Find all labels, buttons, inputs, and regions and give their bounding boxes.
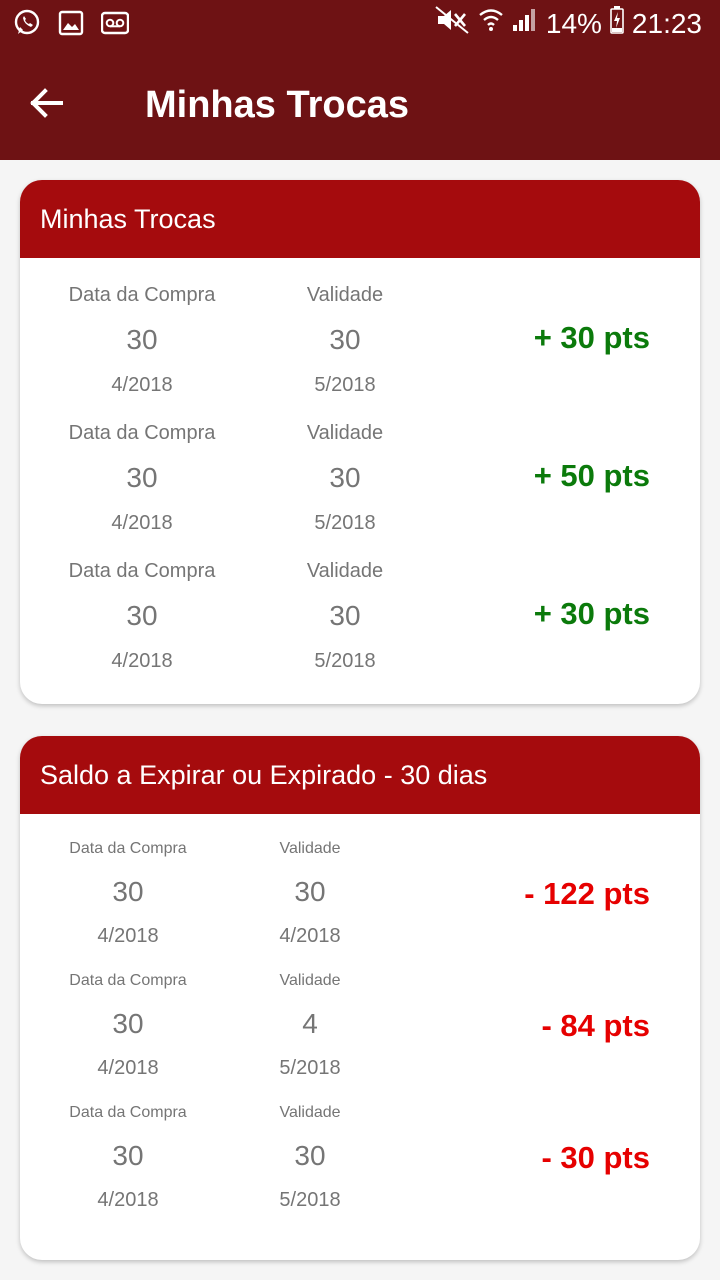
expirar-card-header: Saldo a Expirar ou Expirado - 30 dias	[20, 736, 700, 814]
wifi-icon	[478, 6, 504, 41]
purchase-date-label: Data da Compra	[69, 972, 187, 989]
trocas-list: Data da Compra 30 4/2018 Validade 30 5/2…	[20, 280, 700, 684]
purchase-day: 30	[112, 1140, 144, 1171]
validity-month: 5/2018	[314, 650, 376, 672]
purchase-month: 4/2018	[111, 374, 173, 396]
validity-day: 4	[302, 1008, 318, 1039]
trocas-card-header: Minhas Trocas	[20, 180, 700, 258]
trocas-row[interactable]: Data da Compra 30 4/2018 Validade 30 5/2…	[20, 556, 700, 684]
expirar-row[interactable]: Data da Compra 30 4/2018 Validade 30 5/2…	[20, 1102, 700, 1234]
validity-label: Validade	[279, 840, 341, 857]
mute-icon	[434, 5, 470, 42]
page-title: Minhas Trocas	[145, 84, 409, 126]
points-value: - 84 pts	[541, 1008, 650, 1043]
purchase-date-label: Data da Compra	[69, 840, 187, 857]
validity-day: 30	[329, 462, 361, 493]
purchase-month: 4/2018	[111, 512, 173, 534]
app-bar: Minhas Trocas	[0, 48, 720, 160]
purchase-date-label: Data da Compra	[68, 422, 216, 444]
arrow-left-icon	[29, 85, 65, 126]
clock: 21:23	[631, 7, 702, 39]
trocas-row[interactable]: Data da Compra 30 4/2018 Validade 30 5/2…	[20, 418, 700, 556]
expirar-row[interactable]: Data da Compra 30 4/2018 Validade 4 5/20…	[20, 970, 700, 1102]
purchase-day: 30	[126, 324, 158, 355]
validity-label: Validade	[306, 422, 384, 444]
validity-month: 4/2018	[279, 925, 341, 947]
validity-label: Validade	[306, 284, 384, 306]
image-icon	[56, 8, 86, 38]
validity-label: Validade	[279, 972, 341, 989]
expirar-row[interactable]: Data da Compra 30 4/2018 Validade 30 4/2…	[20, 838, 700, 970]
expirar-list: Data da Compra 30 4/2018 Validade 30 4/2…	[20, 838, 700, 1258]
points-value: - 30 pts	[541, 1140, 650, 1175]
purchase-date-label: Data da Compra	[69, 1104, 187, 1121]
validity-month: 5/2018	[279, 1189, 341, 1211]
voicemail-icon	[100, 8, 130, 38]
trocas-card: Minhas Trocas Data da Compra 30 4/2018 V…	[20, 180, 700, 704]
battery-charging-icon	[610, 6, 624, 41]
points-value: + 30 pts	[533, 320, 650, 355]
purchase-month: 4/2018	[97, 1189, 159, 1211]
expirar-card: Saldo a Expirar ou Expirado - 30 dias Da…	[20, 736, 700, 1260]
signal-icon	[512, 7, 538, 40]
validity-month: 5/2018	[314, 512, 376, 534]
purchase-month: 4/2018	[111, 650, 173, 672]
validity-day: 30	[294, 1140, 326, 1171]
validity-day: 30	[329, 324, 361, 355]
points-value: - 122 pts	[524, 876, 650, 911]
purchase-date-label: Data da Compra	[68, 560, 216, 582]
validity-month: 5/2018	[314, 374, 376, 396]
trocas-row[interactable]: Data da Compra 30 4/2018 Validade 30 5/2…	[20, 280, 700, 418]
status-bar: 14% 21:23	[0, 0, 720, 48]
purchase-day: 30	[112, 1008, 144, 1039]
purchase-day: 30	[126, 462, 158, 493]
purchase-day: 30	[126, 600, 158, 631]
validity-label: Validade	[306, 560, 384, 582]
validity-day: 30	[294, 876, 326, 907]
purchase-month: 4/2018	[97, 925, 159, 947]
validity-month: 5/2018	[279, 1057, 341, 1079]
validity-day: 30	[329, 600, 361, 631]
validity-label: Validade	[279, 1104, 341, 1121]
points-value: + 50 pts	[533, 458, 650, 493]
back-button[interactable]	[24, 82, 70, 128]
purchase-day: 30	[112, 876, 144, 907]
purchase-month: 4/2018	[97, 1057, 159, 1079]
battery-percent: 14%	[545, 7, 602, 39]
whatsapp-icon	[12, 8, 42, 38]
points-value: + 30 pts	[533, 596, 650, 631]
purchase-date-label: Data da Compra	[68, 284, 216, 306]
